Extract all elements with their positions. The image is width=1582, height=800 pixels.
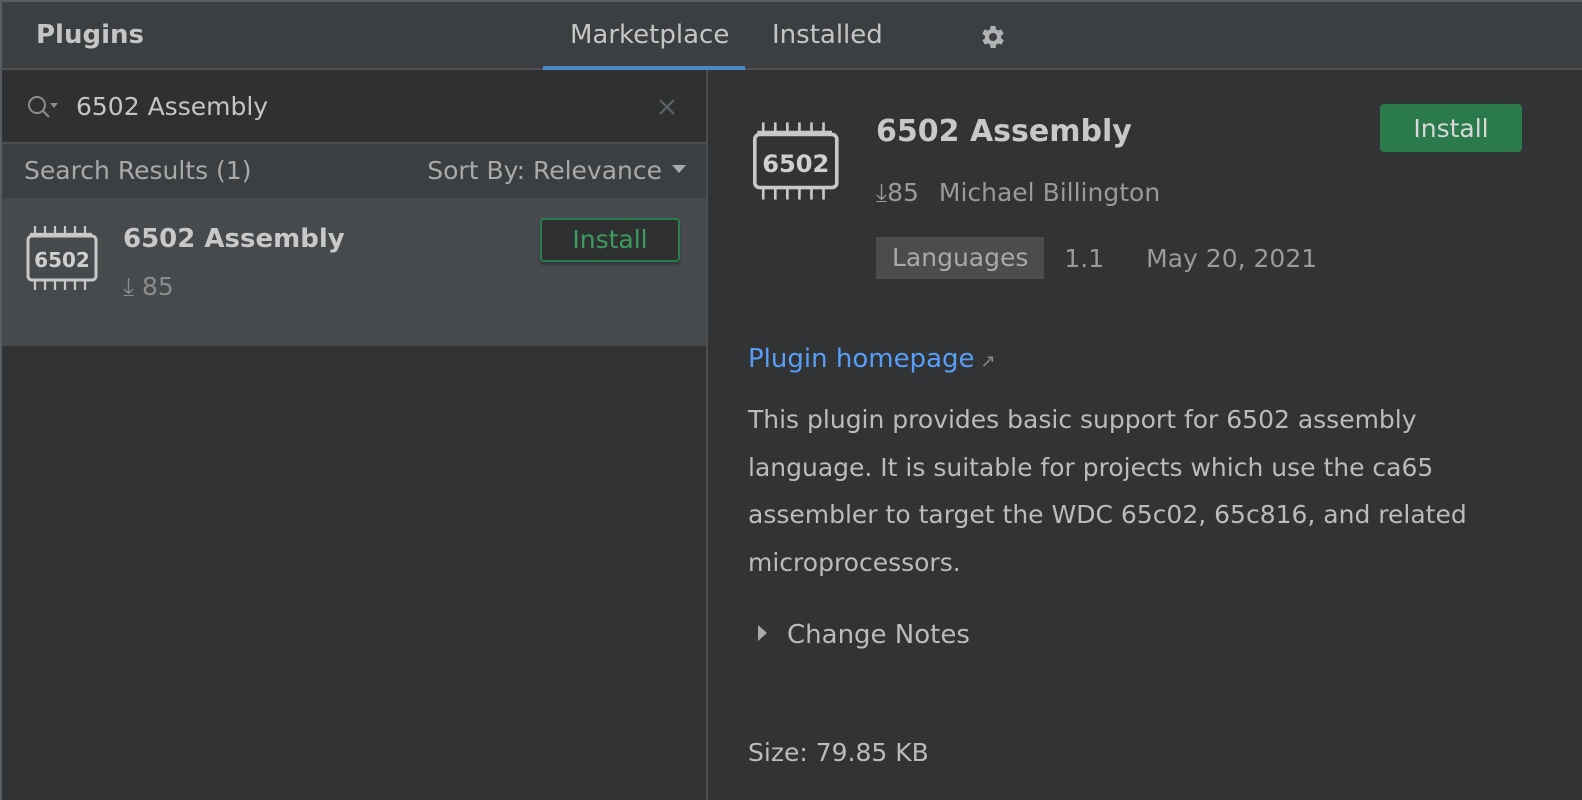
result-download-count: 85 [142,272,174,301]
download-count: 85 [887,178,919,207]
install-button[interactable]: Install [1380,104,1522,152]
plugin-detail-panel: 6502 6502 Assembly Install ⤓85 Michael Bi… [708,70,1582,800]
tag-chip[interactable]: Languages [876,237,1045,279]
plugin-tags: Languages 1.1 May 20, 2021 [876,237,1317,279]
page-title: Plugins [36,20,144,50]
gear-icon[interactable] [978,22,1008,52]
chip-icon: 6502 [26,226,98,290]
plugin-size: Size: 79.85 KB [748,738,929,767]
plugin-meta: ⤓85 Michael Billington [876,178,1160,208]
plugin-date: May 20, 2021 [1146,243,1318,273]
sort-by-dropdown[interactable]: Sort By: Relevance [427,156,686,185]
chevron-right-icon [758,624,767,641]
result-name: 6502 Assembly [123,224,345,254]
chip-icon-label: 6502 [34,248,90,272]
plugins-header: Plugins Marketplace Installed [0,0,1582,71]
result-downloads: ⤓ 85 [123,272,174,302]
install-button[interactable]: Install [540,218,680,262]
external-link-icon: ↗ [980,351,996,372]
plugin-description: This plugin provides basic support for 6… [748,405,1467,577]
homepage-label: Plugin homepage [748,344,975,374]
search-bar [2,70,706,144]
results-count: Search Results (1) [24,156,252,185]
plugin-version: 1.1 [1064,243,1105,273]
results-header: Search Results (1) Sort By: Relevance [2,144,706,198]
change-notes-label: Change Notes [787,620,970,650]
plugin-author: Michael Billington [938,178,1161,207]
search-input[interactable] [76,86,636,126]
sort-by-label: Sort By: Relevance [427,156,662,185]
change-notes-toggle[interactable]: Change Notes [758,620,970,650]
download-icon: ⤓ [123,272,135,301]
chip-icon-label: 6502 [762,150,829,178]
close-icon[interactable] [656,96,678,118]
download-icon: ⤓ [876,178,888,207]
tab-installed[interactable]: Installed [772,20,883,50]
search-icon[interactable] [26,94,62,120]
tab-marketplace[interactable]: Marketplace [570,20,729,50]
list-item[interactable]: 6502 6502 Assembly ⤓ 85 Install [2,198,706,346]
plugin-homepage-link[interactable]: Plugin homepage ↗ [748,344,996,374]
chevron-down-icon [672,165,686,173]
chip-icon: 6502 [752,122,839,200]
plugin-list-panel: Search Results (1) Sort By: Relevance 65… [0,70,706,800]
plugin-name: 6502 Assembly [876,114,1132,149]
